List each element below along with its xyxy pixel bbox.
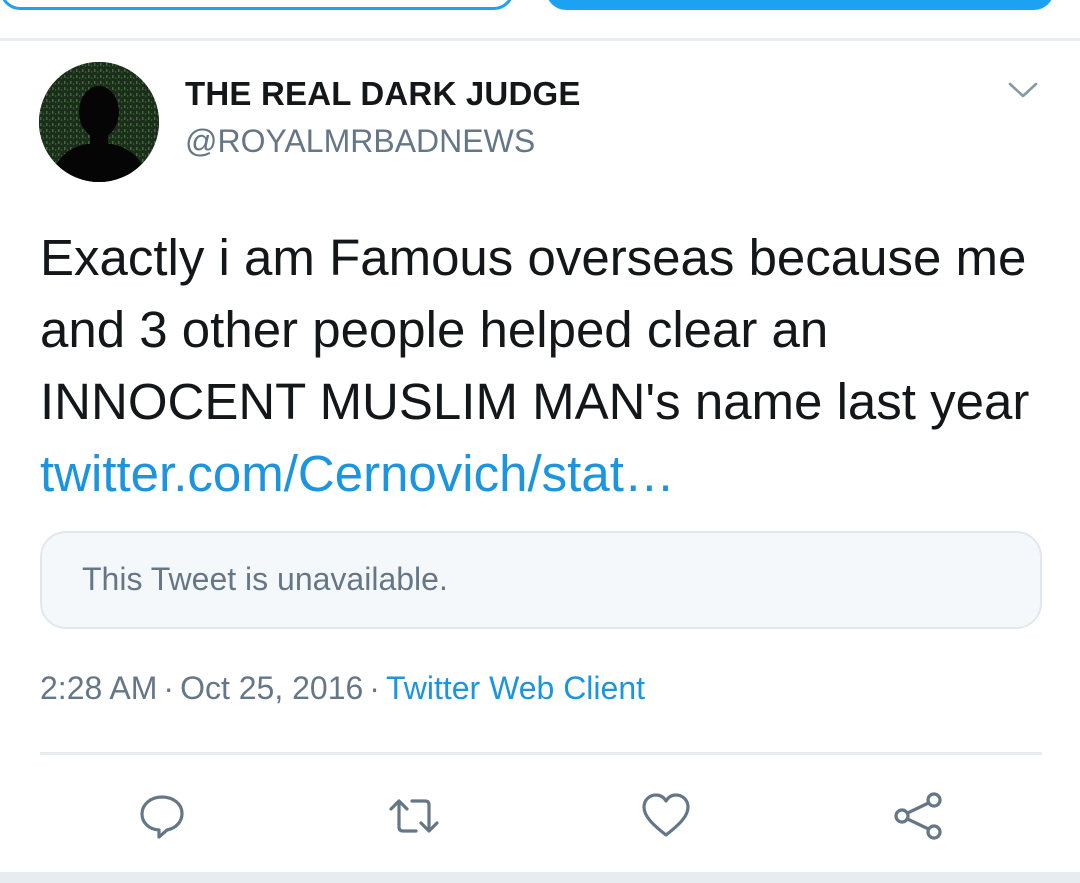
header-divider <box>0 38 1080 41</box>
tweet-link[interactable]: twitter.com/Cernovich/stat… <box>40 445 675 502</box>
share-button[interactable] <box>892 790 944 842</box>
share-icon <box>894 792 942 840</box>
tweet-date[interactable]: Oct 25, 2016 <box>180 670 363 706</box>
user-handle[interactable]: @ROYALMRBADNEWS <box>185 123 535 160</box>
retweet-icon <box>389 799 439 833</box>
primary-action-button[interactable] <box>546 0 1054 10</box>
display-name[interactable]: THE REAL DARK JUDGE <box>185 75 581 113</box>
like-button[interactable] <box>640 790 692 842</box>
avatar-image <box>39 62 159 182</box>
actions-divider <box>40 752 1042 755</box>
reply-icon <box>140 795 184 839</box>
chevron-down-icon[interactable] <box>1003 74 1043 106</box>
retweet-button[interactable] <box>388 790 440 842</box>
meta-separator: · <box>369 670 380 706</box>
bottom-divider <box>0 872 1080 883</box>
quoted-tweet-unavailable: This Tweet is unavailable. <box>82 561 448 597</box>
follow-button-outline[interactable] <box>0 0 514 10</box>
tweet-meta: 2:28 AM · Oct 25, 2016 · Twitter Web Client <box>40 670 645 707</box>
tweet-text: Exactly i am Famous overseas because me … <box>40 222 1040 510</box>
tweet-source[interactable]: Twitter Web Client <box>386 670 645 706</box>
reply-button[interactable] <box>136 790 188 842</box>
tweet-body: Exactly i am Famous overseas because me … <box>40 229 1030 430</box>
avatar[interactable] <box>39 62 159 182</box>
tweet-time[interactable]: 2:28 AM <box>40 670 157 706</box>
quoted-tweet-card[interactable]: This Tweet is unavailable. <box>40 531 1042 629</box>
meta-separator: · <box>163 670 175 706</box>
heart-icon <box>642 793 690 837</box>
